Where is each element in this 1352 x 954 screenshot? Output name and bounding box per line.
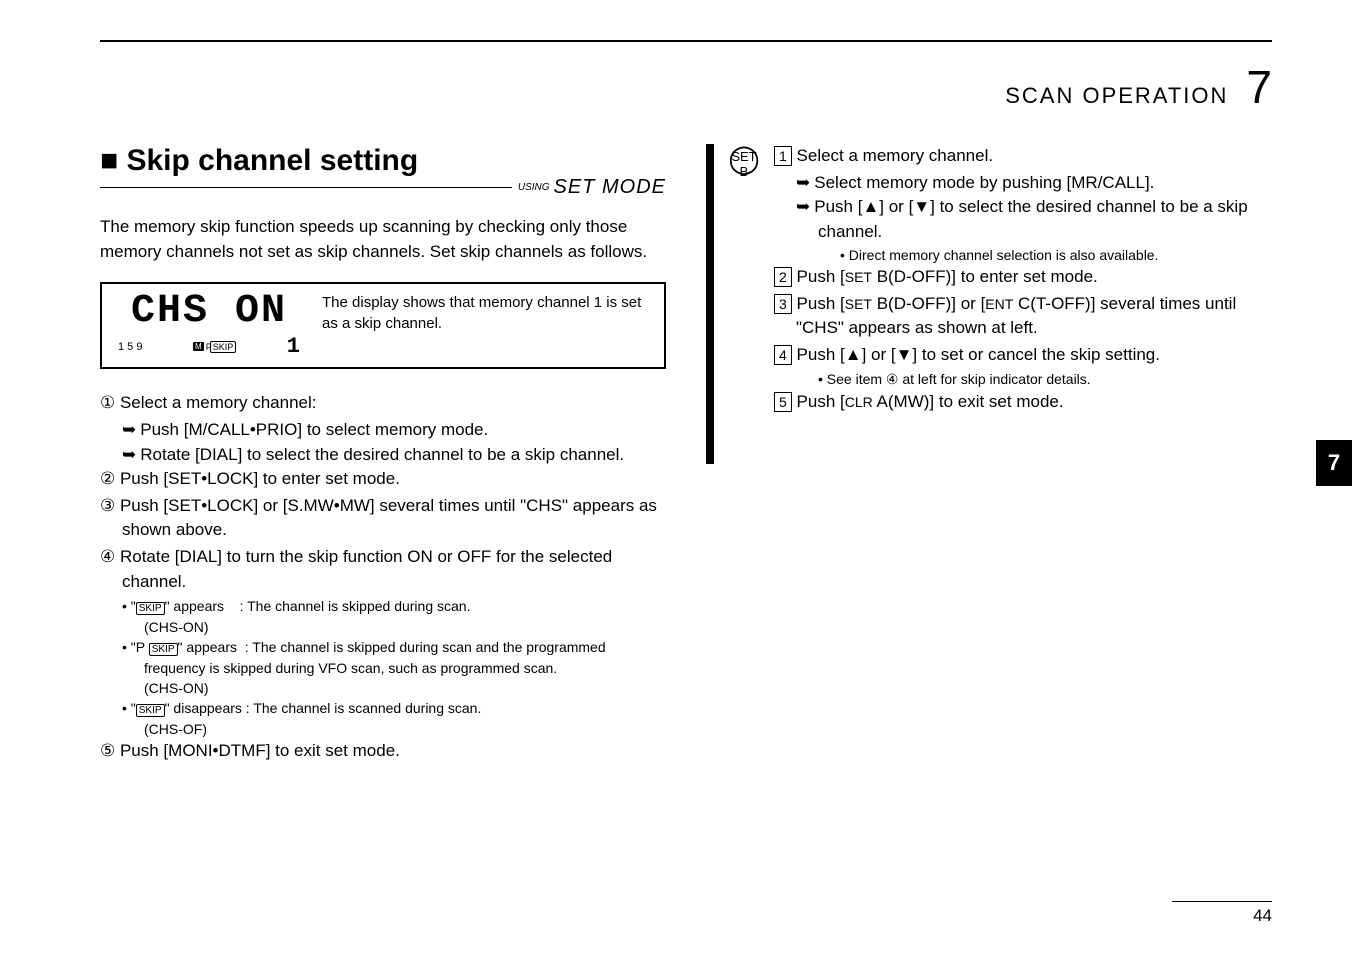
- skip-icon: SKIP: [136, 602, 165, 615]
- lcd-desc: The display shows that memory channel 1 …: [322, 292, 652, 334]
- set-b-badge: ◯ SET B: [724, 146, 764, 179]
- step-4b-sub: (CHS-ON): [100, 678, 666, 698]
- lcd-ticks: 1 5 9: [118, 341, 142, 353]
- intro-text: The memory skip function speeds up scann…: [100, 215, 666, 264]
- step-1b: ➥Rotate [DIAL] to select the desired cha…: [100, 443, 666, 468]
- vertical-bar: [706, 144, 714, 464]
- right-steps: 1 Select a memory channel. ➥Select memor…: [774, 144, 1272, 416]
- triangle-up-icon: [862, 197, 879, 216]
- left-column: ■ Skip channel setting USING SET MODE Th…: [100, 144, 666, 766]
- set-mode-using: USING: [518, 182, 550, 193]
- lcd-main: CHS ON: [131, 292, 287, 332]
- lcd-m-badge: M: [193, 342, 204, 351]
- left-steps: ① Select a memory channel: ➥Push [M/CALL…: [100, 391, 666, 763]
- lcd-text: CHS ON: [131, 289, 287, 334]
- section-title: ■ Skip channel setting: [100, 144, 666, 178]
- r-step-1b: ➥Push [] or [] to select the desired cha…: [774, 195, 1272, 244]
- skip-icon: SKIP: [149, 643, 178, 656]
- r-step-4-note: • See item ④ at left for skip indicator …: [774, 369, 1272, 389]
- step-4a: • "SKIP" appears : The channel is skippe…: [100, 596, 666, 617]
- r-step-1: 1 Select a memory channel.: [774, 144, 1272, 169]
- step-1: ① Select a memory channel:: [100, 391, 666, 416]
- lcd-graphic: CHS ON 1 5 9 M P SKIP 1: [114, 292, 304, 359]
- r-step-5: 5 Push [CLR A(MW)] to exit set mode.: [774, 390, 1272, 415]
- triangle-up-icon: [845, 345, 862, 364]
- set-label: SET: [731, 149, 756, 164]
- lcd-skip: SKIP: [210, 341, 237, 353]
- right-column: ◯ SET B 1 Select a memory channel. ➥Sele…: [706, 144, 1272, 766]
- set-mode-rule: USING SET MODE: [100, 176, 666, 199]
- step-4: ④ Rotate [DIAL] to turn the skip functio…: [100, 545, 666, 594]
- lcd-subdigit: 1: [287, 334, 300, 359]
- lcd-display-box: CHS ON 1 5 9 M P SKIP 1 The display show…: [100, 282, 666, 369]
- step-2: ② Push [SET•LOCK] to enter set mode.: [100, 467, 666, 492]
- r-step-1a: ➥Select memory mode by pushing [MR/CALL]…: [774, 171, 1272, 196]
- r-step-3: 3 Push [SET B(D-OFF)] or [ENT C(T-OFF)] …: [774, 292, 1272, 341]
- section-label: SCAN OPERATION: [1005, 83, 1228, 109]
- r-step-4: 4 Push [] or [] to set or cancel the ski…: [774, 343, 1272, 368]
- skip-icon: SKIP: [136, 704, 165, 717]
- step-4a-sub: (CHS-ON): [100, 617, 666, 637]
- side-tab: 7: [1316, 440, 1352, 486]
- triangle-down-icon: [896, 345, 913, 364]
- chapter-number: 7: [1246, 60, 1272, 114]
- step-3: ③ Push [SET•LOCK] or [S.MW•MW] several t…: [100, 494, 666, 543]
- r-step-1-note: • Direct memory channel selection is als…: [774, 245, 1272, 265]
- step-4b: • "P SKIP" appears : The channel is skip…: [100, 637, 666, 678]
- step-4c: • "SKIP" disappears : The channel is sca…: [100, 698, 666, 719]
- step-4c-sub: (CHS-OF): [100, 719, 666, 739]
- lcd-lower: 1 5 9 M P SKIP 1: [114, 334, 304, 359]
- set-mode-label: SET MODE: [554, 176, 666, 199]
- triangle-down-icon: [913, 197, 930, 216]
- page-header: SCAN OPERATION 7: [100, 60, 1272, 114]
- r-step-2: 2 Push [SET B(D-OFF)] to enter set mode.: [774, 265, 1272, 290]
- b-label: B: [740, 164, 749, 179]
- page-footer: 44: [1172, 901, 1272, 926]
- step-1a: ➥Push [M/CALL•PRIO] to select memory mod…: [100, 418, 666, 443]
- page-number: 44: [1253, 906, 1272, 925]
- step-5: ⑤ Push [MONI•DTMF] to exit set mode.: [100, 739, 666, 764]
